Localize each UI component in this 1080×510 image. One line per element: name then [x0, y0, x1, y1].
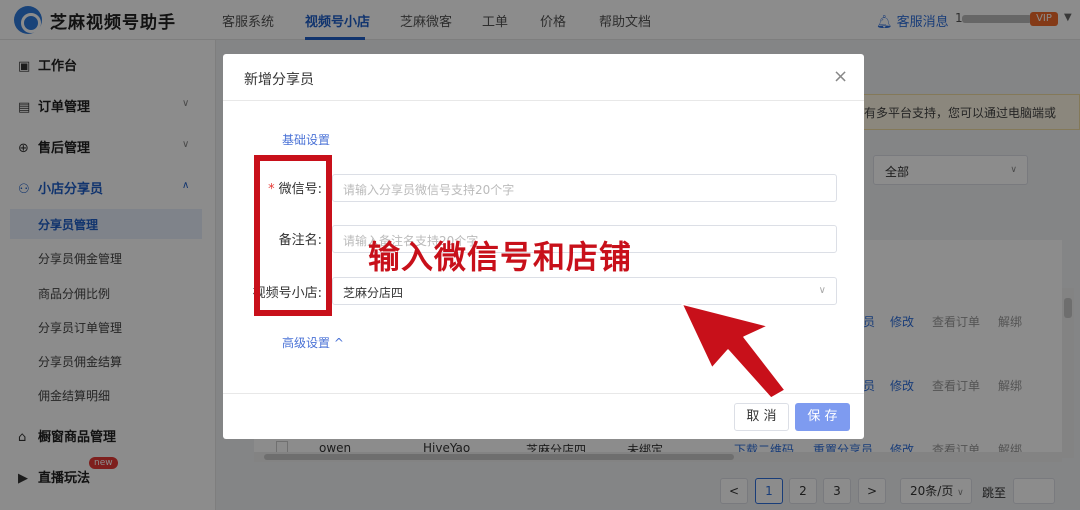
wechat-input[interactable]: 请输入分享员微信号支持20个字 [332, 174, 837, 202]
cancel-button[interactable]: 取 消 [734, 403, 789, 431]
highlight-box [254, 155, 332, 316]
advanced-settings-toggle[interactable]: 高级设置 ^ [282, 334, 344, 351]
close-icon[interactable]: × [833, 66, 848, 87]
dialog-title: 新增分享员 [244, 72, 314, 88]
save-button[interactable]: 保 存 [795, 403, 850, 431]
chevron-down-icon: ∨ [818, 285, 826, 296]
divider [223, 393, 864, 394]
divider [223, 100, 864, 101]
annotation-text: 输入微信号和店铺 [368, 238, 633, 276]
basic-settings-tab[interactable]: 基础设置 [282, 131, 330, 148]
shop-select[interactable]: 芝麻分店四 ∨ [332, 277, 837, 305]
shop-select-value: 芝麻分店四 [343, 286, 404, 300]
